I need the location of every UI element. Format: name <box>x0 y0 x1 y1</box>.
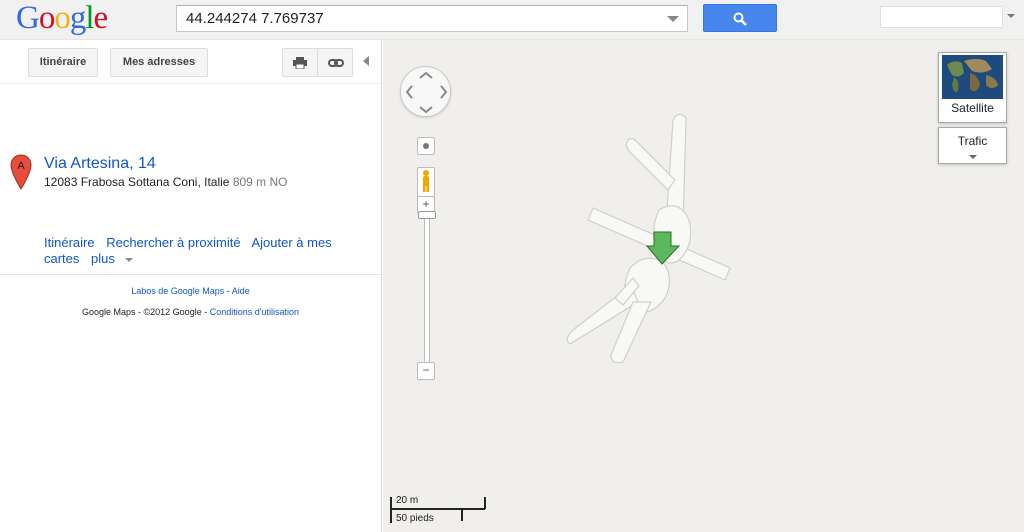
map-canvas[interactable]: + − Satellite Trafic 20 m 50 pieds <box>383 40 1024 532</box>
logo-letter: o <box>54 0 70 36</box>
map-pin-icon[interactable]: A <box>10 154 32 190</box>
copyright-text: Google Maps - ©2012 Google - <box>82 307 210 317</box>
satellite-button[interactable]: Satellite <box>938 52 1007 123</box>
map-roads <box>566 113 731 364</box>
help-link[interactable]: Aide <box>232 286 250 296</box>
earth-thumbnail-icon <box>942 55 1003 99</box>
marker-letter: A <box>17 160 25 172</box>
result-title[interactable]: Via Artesina, 14 <box>44 155 156 173</box>
scale-bar: 20 m 50 pieds <box>390 495 490 525</box>
search-nearby-link[interactable]: Rechercher à proximité <box>106 235 240 250</box>
collapse-panel-icon[interactable] <box>363 56 369 66</box>
itinerary-button[interactable]: Itinéraire <box>28 48 98 77</box>
chevron-down-icon <box>124 257 133 262</box>
footer-links: Labos de Google Maps - Aide <box>0 286 381 296</box>
recenter-button[interactable] <box>417 137 435 155</box>
pan-control[interactable] <box>400 66 451 117</box>
zoom-slider[interactable] <box>418 211 436 366</box>
logo-letter: G <box>16 0 40 36</box>
satellite-thumbnail <box>942 55 1003 99</box>
more-link[interactable]: plus <box>91 251 141 266</box>
panel-toolbar: Itinéraire Mes adresses <box>0 40 381 84</box>
satellite-label: Satellite <box>951 101 994 115</box>
chain-link-icon <box>328 59 344 67</box>
account-dropdown-arrow-icon[interactable] <box>1007 14 1015 18</box>
traffic-label: Trafic <box>957 134 988 148</box>
magnifier-icon <box>733 12 747 26</box>
scale-metric: 20 m <box>396 495 419 506</box>
itinerary-link[interactable]: Itinéraire <box>44 235 95 250</box>
address-text: 12083 Frabosa Sottana Coni, Italie <box>44 175 230 189</box>
search-button[interactable] <box>703 4 777 32</box>
zoom-handle[interactable] <box>418 211 436 219</box>
my-places-button[interactable]: Mes adresses <box>110 48 208 77</box>
separator: - <box>224 286 232 296</box>
scale-imperial: 50 pieds <box>396 513 434 524</box>
zoom-out-button[interactable]: − <box>417 362 435 380</box>
print-button[interactable] <box>282 48 318 77</box>
center-dot-icon <box>423 143 429 149</box>
result-address: 12083 Frabosa Sottana Coni, Italie 809 m… <box>44 175 288 189</box>
search-input[interactable] <box>177 6 657 31</box>
top-bar: Google <box>0 0 1024 40</box>
distance-text: 809 m NO <box>232 175 288 189</box>
logo-letter: l <box>85 0 94 36</box>
side-panel: Itinéraire Mes adresses A Via Artesina, … <box>0 40 382 532</box>
road-segment <box>625 138 676 191</box>
pan-arrows-icon <box>405 71 448 114</box>
google-logo[interactable]: Google <box>16 0 109 37</box>
printer-icon <box>293 57 307 69</box>
pegman-icon <box>423 170 429 192</box>
street-view-pegman[interactable] <box>417 167 435 197</box>
logo-letter: e <box>93 0 109 36</box>
search-dropdown-arrow-icon[interactable] <box>667 16 679 22</box>
logo-letter: o <box>38 0 55 36</box>
search-result: A Via Artesina, 14 12083 Frabosa Sottana… <box>0 84 381 275</box>
labs-link[interactable]: Labos de Google Maps <box>131 286 224 296</box>
more-label: plus <box>91 251 115 266</box>
terms-link[interactable]: Conditions d'utilisation <box>210 307 299 317</box>
logo-letter: g <box>69 0 86 36</box>
account-field[interactable] <box>880 6 1003 28</box>
traffic-button[interactable]: Trafic <box>938 127 1007 164</box>
link-button[interactable] <box>317 48 353 77</box>
copyright-line: Google Maps - ©2012 Google - Conditions … <box>0 307 381 317</box>
search-box <box>176 5 688 32</box>
chevron-down-icon <box>969 155 977 159</box>
result-actions: Itinéraire Rechercher à proximité Ajoute… <box>44 235 344 267</box>
